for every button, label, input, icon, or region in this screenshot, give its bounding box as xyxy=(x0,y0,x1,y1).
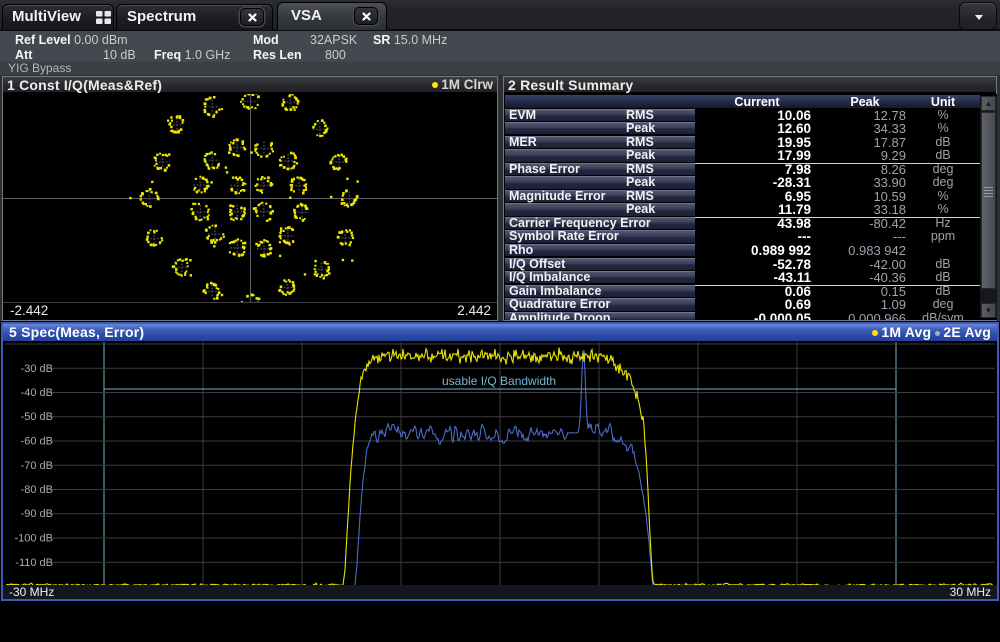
svg-text:-40 dB: -40 dB xyxy=(21,387,53,399)
svg-text:-30 dB: -30 dB xyxy=(21,363,53,375)
svg-text:usable I/Q Bandwidth: usable I/Q Bandwidth xyxy=(442,374,556,388)
svg-text:-110 dB: -110 dB xyxy=(15,557,53,569)
svg-text:-90 dB: -90 dB xyxy=(21,508,53,520)
svg-text:-70 dB: -70 dB xyxy=(21,460,53,472)
svg-text:-50 dB: -50 dB xyxy=(21,411,53,423)
svg-text:-60 dB: -60 dB xyxy=(21,436,53,448)
svg-text:-80 dB: -80 dB xyxy=(21,484,53,496)
svg-text:-100 dB: -100 dB xyxy=(14,533,53,545)
